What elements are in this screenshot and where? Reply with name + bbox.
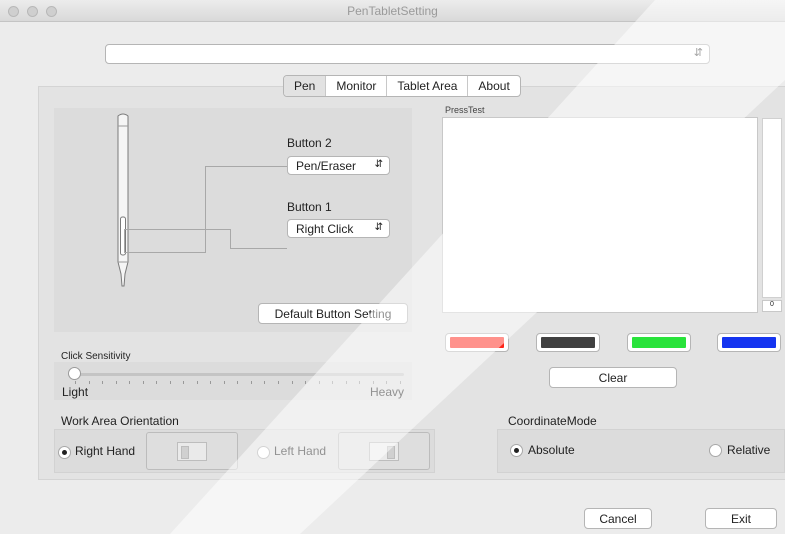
work-area-orientation-label: Work Area Orientation (61, 414, 179, 428)
click-sensitivity-label: Click Sensitivity (61, 351, 131, 362)
right-hand-radio[interactable] (58, 446, 71, 459)
pressure-value: 0 (762, 300, 782, 312)
updown-chevron-icon: ⇵ (374, 222, 383, 233)
pressure-meter (762, 118, 782, 298)
window-title: PenTabletSetting (347, 4, 438, 18)
slider-min-label: Light (62, 385, 89, 399)
tab-monitor[interactable]: Monitor (326, 76, 388, 96)
button1-label: Button 1 (287, 200, 332, 214)
tab-about[interactable]: About (468, 76, 519, 96)
click-sensitivity-thumb[interactable] (68, 367, 81, 380)
tab-bar: Pen Monitor Tablet Area About (283, 75, 521, 97)
red-color-button[interactable] (445, 333, 509, 352)
press-test-label: PressTest (445, 105, 485, 115)
tab-tablet-area[interactable]: Tablet Area (387, 76, 469, 96)
blue-swatch (722, 337, 776, 348)
absolute-radio[interactable] (510, 444, 523, 457)
left-hand-radio[interactable] (257, 446, 270, 459)
click-sensitivity-track[interactable] (70, 373, 404, 376)
press-test-canvas[interactable] (442, 117, 758, 313)
button2-label: Button 2 (287, 136, 332, 150)
red-swatch (450, 337, 504, 348)
slider-max-label: Heavy (370, 385, 405, 399)
leader-line (205, 166, 206, 253)
left-hand-tablet-icon (338, 432, 430, 470)
green-swatch (632, 337, 686, 348)
right-hand-label[interactable]: Right Hand (75, 444, 135, 458)
title-bar: PenTabletSetting (0, 0, 785, 22)
right-hand-tablet-icon (146, 432, 238, 470)
default-button-setting-button[interactable]: Default Button Setting (258, 303, 408, 324)
exit-button[interactable]: Exit (705, 508, 777, 529)
dark-color-button[interactable] (536, 333, 600, 352)
updown-chevron-icon: ⇵ (693, 47, 703, 59)
relative-radio[interactable] (709, 444, 722, 457)
clear-button[interactable]: Clear (549, 367, 677, 388)
leader-line (124, 252, 206, 253)
leader-line (205, 166, 287, 167)
absolute-label[interactable]: Absolute (528, 443, 575, 457)
button1-select-value: Right Click (296, 222, 354, 236)
device-select[interactable]: ⇵ (105, 44, 710, 64)
button1-select[interactable]: Right Click ⇵ (287, 219, 390, 238)
cancel-button[interactable]: Cancel (584, 508, 652, 529)
dark-swatch (541, 337, 595, 348)
updown-chevron-icon: ⇵ (374, 159, 383, 170)
leader-line (230, 229, 231, 249)
leader-line (124, 229, 125, 253)
button2-select[interactable]: Pen/Eraser ⇵ (287, 156, 390, 175)
left-hand-label[interactable]: Left Hand (274, 444, 326, 458)
relative-label[interactable]: Relative (727, 443, 770, 457)
slider-ticks (75, 381, 401, 385)
leader-line (124, 229, 230, 230)
window: PenTabletSetting ⇵ Pen Monitor Tablet Ar… (0, 0, 785, 534)
pen-icon (117, 113, 129, 287)
coordinate-mode-label: CoordinateMode (508, 414, 597, 428)
leader-line (230, 248, 287, 249)
tab-pen[interactable]: Pen (284, 76, 327, 96)
green-color-button[interactable] (627, 333, 691, 352)
blue-color-button[interactable] (717, 333, 781, 352)
button2-select-value: Pen/Eraser (296, 159, 357, 173)
